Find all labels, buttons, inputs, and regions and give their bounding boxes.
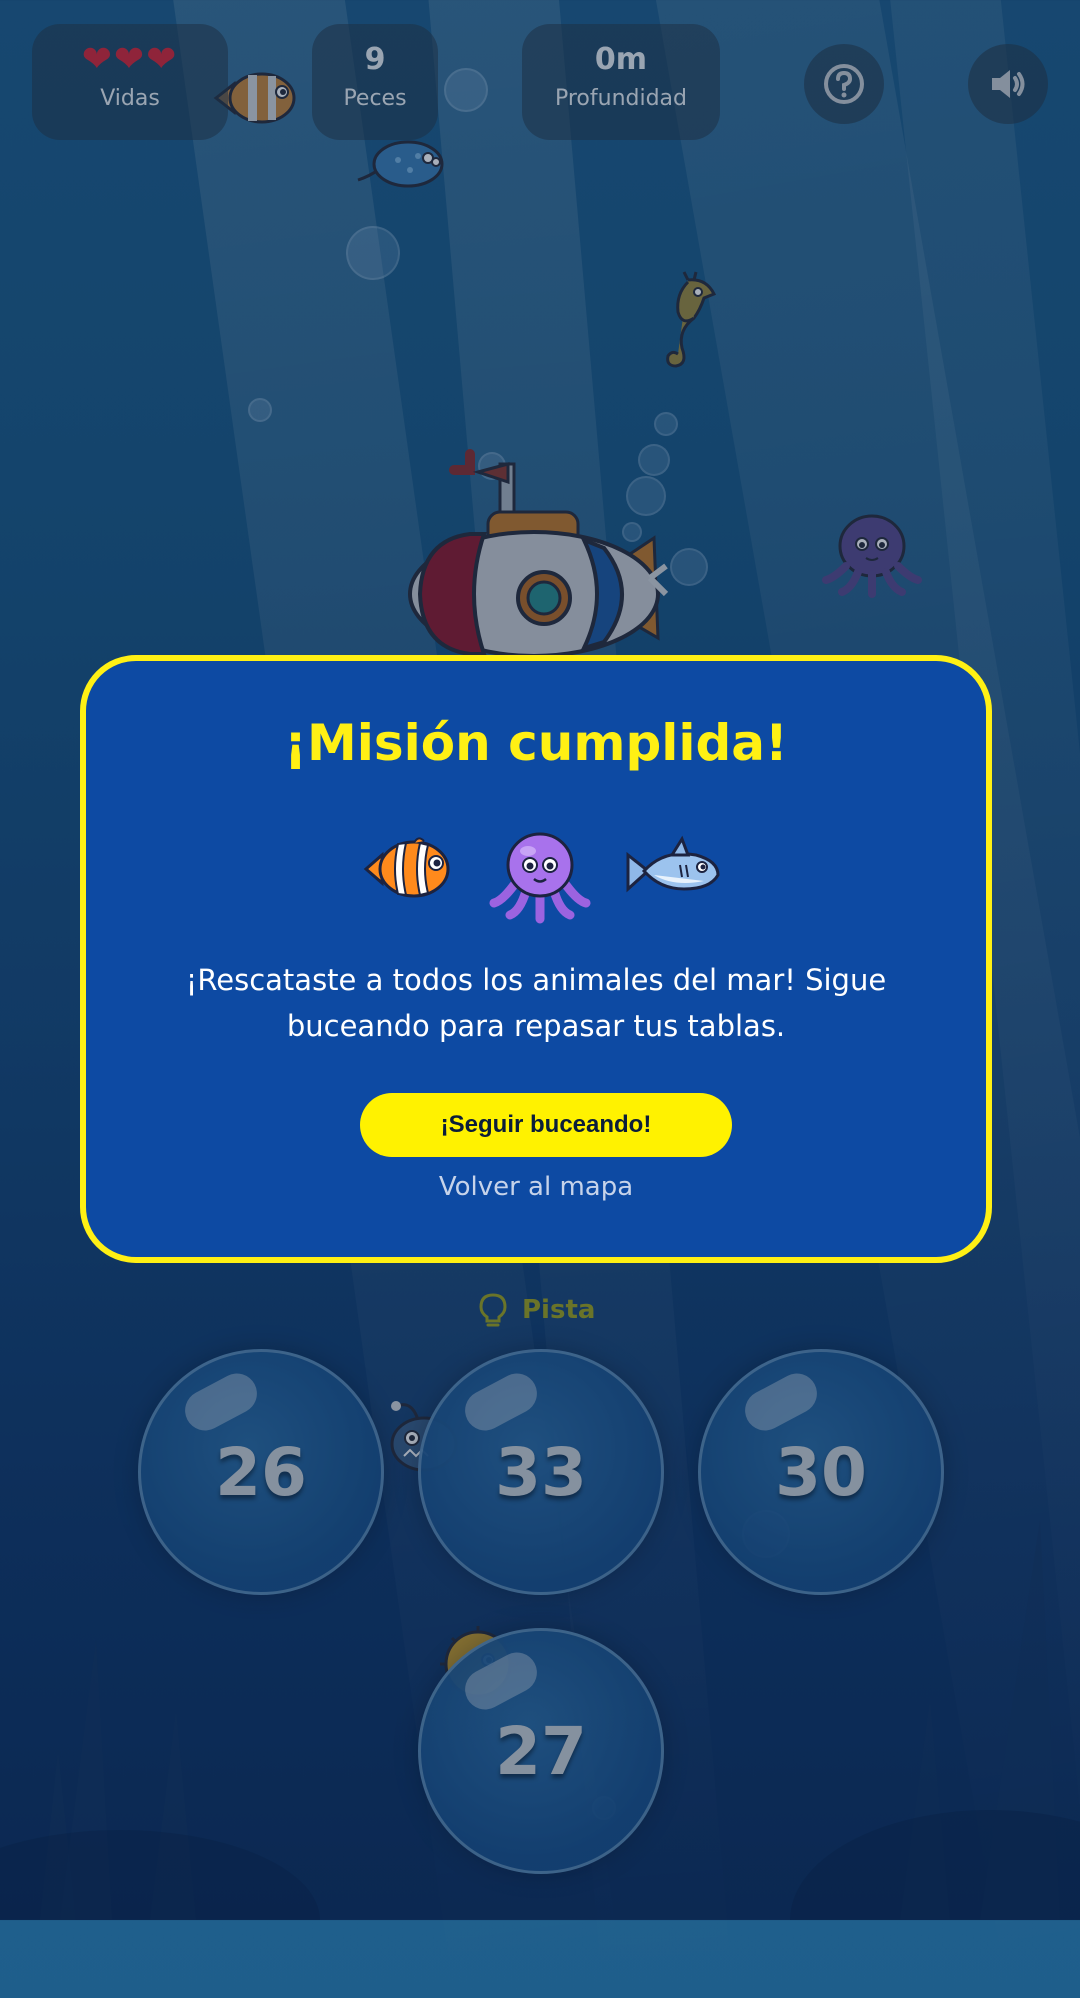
- clownfish-icon: [363, 837, 450, 898]
- rescued-animals: [86, 829, 986, 925]
- mission-complete-dialog: ¡Misión cumplida! ¡Rescataste a todos lo…: [80, 655, 992, 1263]
- dialog-message: ¡Rescataste a todos los animales del mar…: [185, 963, 887, 1043]
- octopus-icon: [489, 832, 591, 924]
- shark-icon: [626, 835, 720, 893]
- dialog-title: ¡Misión cumplida!: [284, 714, 788, 772]
- continue-diving-button[interactable]: ¡Seguir buceando!: [360, 1093, 732, 1157]
- back-to-map-link[interactable]: Volver al mapa: [86, 1169, 986, 1205]
